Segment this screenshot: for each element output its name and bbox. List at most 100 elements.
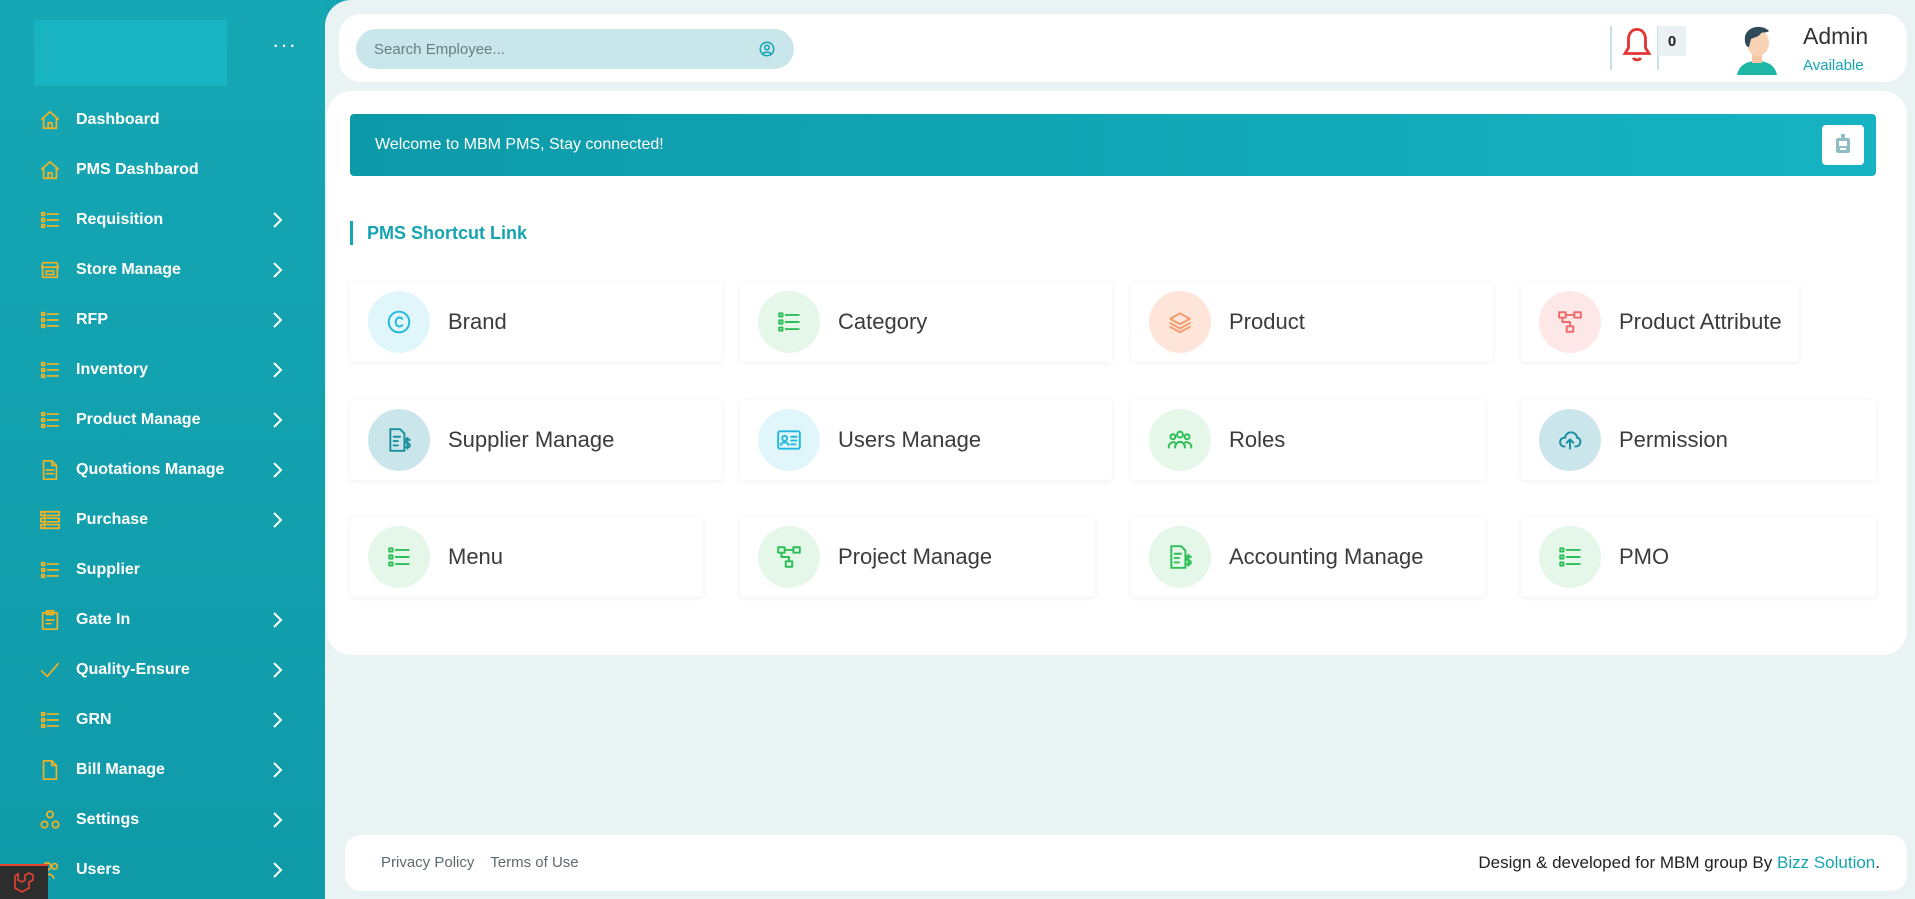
- sidebar-item-inventory[interactable]: Inventory: [0, 345, 325, 395]
- home-icon: [38, 158, 62, 182]
- terms-of-use-link[interactable]: Terms of Use: [490, 854, 578, 871]
- user-search-icon[interactable]: [758, 40, 776, 63]
- notification-count-badge: 0: [1658, 26, 1686, 56]
- sidebar-item-users[interactable]: Users: [0, 845, 325, 895]
- sidebar-item-rfp[interactable]: RFP: [0, 295, 325, 345]
- chevron-right-icon[interactable]: [268, 611, 286, 629]
- credit-text: Design & developed for MBM group By: [1478, 853, 1777, 872]
- sidebar-item-label: GRN: [76, 711, 112, 728]
- shortcut-accounting-manage[interactable]: Accounting Manage: [1131, 517, 1485, 597]
- credit-end: .: [1875, 853, 1880, 872]
- sidebar-item-dashboard[interactable]: Dashboard: [0, 95, 325, 145]
- shortcut-pmo[interactable]: PMO: [1521, 517, 1876, 597]
- invoice-icon: [1149, 526, 1211, 588]
- list-icon: [38, 558, 62, 582]
- chevron-right-icon[interactable]: [268, 511, 286, 529]
- sidebar-item-quotations-manage[interactable]: Quotations Manage: [0, 445, 325, 495]
- robot-icon[interactable]: [1822, 125, 1864, 165]
- shortcut-label: Supplier Manage: [448, 427, 615, 452]
- chevron-right-icon[interactable]: [268, 211, 286, 229]
- sidebar-item-settings[interactable]: Settings: [0, 795, 325, 845]
- shortcut-label: Brand: [448, 309, 507, 334]
- shortcut-project-manage[interactable]: Project Manage: [740, 517, 1095, 597]
- shortcut-category[interactable]: Category: [740, 282, 1112, 362]
- chevron-right-icon[interactable]: [268, 861, 286, 879]
- shortcut-menu[interactable]: Menu: [350, 517, 703, 597]
- sidebar-item-label: Supplier: [76, 561, 141, 578]
- chevron-right-icon[interactable]: [268, 361, 286, 379]
- cloud-upload-icon: [1539, 409, 1601, 471]
- chevron-right-icon[interactable]: [268, 761, 286, 779]
- sidebar-item-product-manage[interactable]: Product Manage: [0, 395, 325, 445]
- chevron-right-icon[interactable]: [268, 411, 286, 429]
- avatar[interactable]: [1733, 21, 1781, 75]
- search-input[interactable]: [374, 40, 744, 58]
- shortcut-roles[interactable]: Roles: [1131, 400, 1485, 480]
- list-icon: [758, 291, 820, 353]
- sidebar-item-label: Product Manage: [76, 411, 201, 428]
- chevron-right-icon[interactable]: [268, 311, 286, 329]
- sidebar-item-grn[interactable]: GRN: [0, 695, 325, 745]
- notifications[interactable]: 0: [1610, 22, 1690, 70]
- team-icon: [1149, 409, 1211, 471]
- shortcut-product[interactable]: Product: [1131, 282, 1493, 362]
- shortcut-label: Category: [838, 309, 928, 334]
- copyright-icon: [368, 291, 430, 353]
- settings-icon: [38, 808, 62, 832]
- list-icon: [368, 526, 430, 588]
- sidebar-item-bill-manage[interactable]: Bill Manage: [0, 745, 325, 795]
- list-icon: [38, 708, 62, 732]
- shortcut-label: Permission: [1619, 427, 1728, 452]
- sidebar-item-label: Inventory: [76, 361, 149, 378]
- hierarchy-icon: [1539, 291, 1601, 353]
- footer: Privacy Policy Terms of Use Design & dev…: [345, 835, 1907, 891]
- sidebar-item-purchase[interactable]: Purchase: [0, 495, 325, 545]
- sidebar-menu: Dashboard PMS Dashbarod Requisition Store M…: [0, 95, 325, 895]
- list-icon: [38, 308, 62, 332]
- shortcut-label: Users Manage: [838, 427, 982, 452]
- sidebar-item-label: Gate In: [76, 611, 131, 628]
- chevron-right-icon[interactable]: [268, 261, 286, 279]
- sidebar-item-label: Requisition: [76, 211, 164, 228]
- privacy-policy-link[interactable]: Privacy Policy: [381, 854, 474, 871]
- more-options-icon[interactable]: ···: [272, 34, 297, 56]
- divider: [1610, 26, 1612, 70]
- bizz-solution-link[interactable]: Bizz Solution: [1777, 853, 1875, 872]
- sidebar-item-quality-ensure[interactable]: Quality-Ensure: [0, 645, 325, 695]
- chevron-right-icon[interactable]: [268, 661, 286, 679]
- user-name: Admin: [1803, 23, 1869, 49]
- shortcut-product-attribute[interactable]: Product Attribute: [1521, 282, 1799, 362]
- sidebar-item-requisition[interactable]: Requisition: [0, 195, 325, 245]
- list-icon: [38, 358, 62, 382]
- sidebar-item-pms-dashbarod[interactable]: PMS Dashbarod: [0, 145, 325, 195]
- sidebar-item-label: Quality-Ensure: [76, 661, 190, 678]
- list-icon: [1539, 526, 1601, 588]
- shortcut-permission[interactable]: Permission: [1521, 400, 1876, 480]
- store-icon: [38, 258, 62, 282]
- home-icon: [38, 108, 62, 132]
- check-icon: [38, 658, 62, 682]
- sidebar-item-label: Bill Manage: [76, 761, 165, 778]
- list-icon: [38, 408, 62, 432]
- chevron-right-icon[interactable]: [268, 711, 286, 729]
- logo[interactable]: [34, 20, 227, 86]
- sidebar-item-gate-in[interactable]: Gate In: [0, 595, 325, 645]
- welcome-banner: Welcome to MBM PMS, Stay connected!: [350, 114, 1876, 176]
- sidebar-item-supplier[interactable]: Supplier: [0, 545, 325, 595]
- sidebar-item-label: Dashboard: [76, 111, 160, 128]
- bell-icon[interactable]: [1620, 25, 1654, 70]
- shortcut-brand[interactable]: Brand: [350, 282, 722, 362]
- welcome-text: Welcome to MBM PMS, Stay connected!: [375, 136, 664, 153]
- file-icon: [38, 758, 62, 782]
- chevron-right-icon[interactable]: [268, 461, 286, 479]
- shortcut-users-manage[interactable]: Users Manage: [740, 400, 1112, 480]
- layers-icon: [1149, 291, 1211, 353]
- sidebar-item-label: Store Manage: [76, 261, 181, 278]
- sidebar-item-label: Users: [76, 861, 121, 878]
- chevron-right-icon[interactable]: [268, 811, 286, 829]
- shortcut-label: Accounting Manage: [1229, 544, 1424, 569]
- shortcut-supplier-manage[interactable]: Supplier Manage: [350, 400, 722, 480]
- sidebar-item-store-manage[interactable]: Store Manage: [0, 245, 325, 295]
- employee-search[interactable]: [356, 29, 794, 69]
- footer-credit: Design & developed for MBM group By Bizz…: [1478, 853, 1880, 873]
